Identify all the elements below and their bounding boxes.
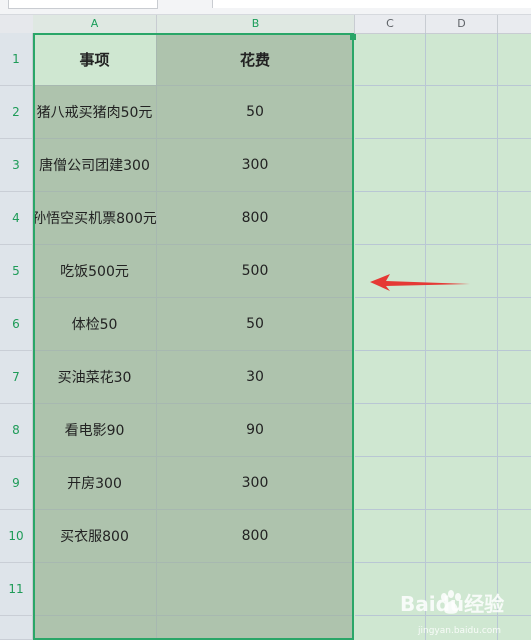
gridline <box>355 562 531 563</box>
gridline <box>355 456 531 457</box>
cell-cost[interactable]: 50 <box>157 86 354 139</box>
select-all-corner[interactable] <box>0 15 34 34</box>
cell-cost[interactable]: 300 <box>157 457 354 510</box>
cell-item[interactable]: 看电影90 <box>33 404 157 457</box>
row-header-11[interactable]: 11 <box>0 563 33 616</box>
gridline <box>497 33 498 640</box>
cell-empty[interactable] <box>33 616 157 640</box>
gridline <box>355 138 531 139</box>
cell-item[interactable]: 唐僧公司团建300 <box>33 139 157 192</box>
cell-item[interactable]: 吃饭500元 <box>33 245 157 298</box>
gridline <box>355 509 531 510</box>
gridline <box>355 403 531 404</box>
gridline <box>355 85 531 86</box>
column-header-b[interactable]: B <box>157 15 355 35</box>
cell-cost[interactable]: 300 <box>157 139 354 192</box>
row-header-9[interactable]: 9 <box>0 457 33 510</box>
fill-handle[interactable] <box>350 34 356 40</box>
cell-empty[interactable] <box>157 563 354 616</box>
row-header-4[interactable]: 4 <box>0 192 33 245</box>
gridline <box>355 191 531 192</box>
cell-empty[interactable] <box>157 616 354 640</box>
formula-bar: fx <box>0 0 531 15</box>
row-header-10[interactable]: 10 <box>0 510 33 563</box>
cell-cost[interactable]: 90 <box>157 404 354 457</box>
cell-item[interactable]: 体检50 <box>33 298 157 351</box>
column-header-e[interactable] <box>498 15 531 34</box>
cell-empty[interactable] <box>33 563 157 616</box>
red-arrow-annotation <box>370 274 470 291</box>
cell-cost[interactable]: 800 <box>157 192 354 245</box>
row-header-5[interactable]: 5 <box>0 245 33 298</box>
column-header-c[interactable]: C <box>355 15 426 34</box>
row-header-6[interactable]: 6 <box>0 298 33 351</box>
cell-cost[interactable]: 30 <box>157 351 354 404</box>
row-header-1[interactable]: 1 <box>0 33 33 86</box>
gridline <box>425 33 426 640</box>
formula-input[interactable] <box>212 0 531 8</box>
cell-cost[interactable]: 800 <box>157 510 354 563</box>
cell-cost[interactable]: 50 <box>157 298 354 351</box>
cell-item[interactable]: 买衣服800 <box>33 510 157 563</box>
cell-item[interactable]: 孙悟空买机票800元 <box>33 192 157 245</box>
gridline <box>355 297 531 298</box>
gridline <box>355 350 531 351</box>
row-header-12[interactable] <box>0 616 33 640</box>
gridline <box>355 244 531 245</box>
cell-a1-header-item[interactable]: 事项 <box>33 33 157 86</box>
cell-item[interactable]: 开房300 <box>33 457 157 510</box>
column-header-d[interactable]: D <box>426 15 498 34</box>
name-box[interactable] <box>8 0 158 9</box>
baidu-logo-watermark: Baidu经验 <box>400 590 504 616</box>
row-header-7[interactable]: 7 <box>0 351 33 404</box>
cell-cost[interactable]: 500 <box>157 245 354 298</box>
column-header-a[interactable]: A <box>33 15 157 35</box>
row-header-3[interactable]: 3 <box>0 139 33 192</box>
watermark-url: jingyan.baidu.com <box>418 626 502 636</box>
cell-item[interactable]: 买油菜花30 <box>33 351 157 404</box>
cell-b1-header-cost[interactable]: 花费 <box>157 33 354 86</box>
cell-item[interactable]: 猪八戒买猪肉50元 <box>33 86 157 139</box>
row-header-8[interactable]: 8 <box>0 404 33 457</box>
row-header-2[interactable]: 2 <box>0 86 33 139</box>
